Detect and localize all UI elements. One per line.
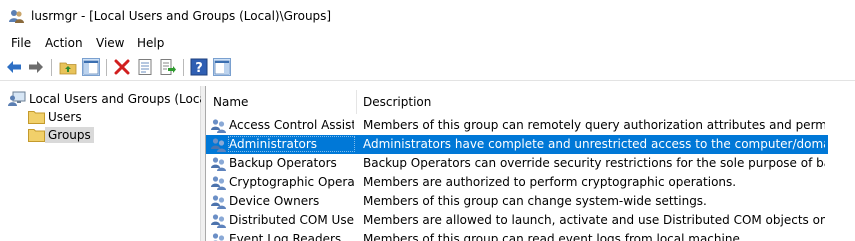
row-name: Event Log Readers: [229, 232, 342, 241]
tree-item-groups[interactable]: Groups: [28, 126, 94, 144]
row-description: Members of this group can remotely query…: [363, 118, 825, 132]
group-icon: [211, 195, 226, 209]
list-row[interactable]: Cryptographic Operat... Members are auth…: [206, 173, 828, 192]
tree-item-label: Groups: [45, 127, 94, 143]
show-hide-action-pane-icon[interactable]: [213, 58, 231, 76]
title-bar: lusrmgr - [Local Users and Groups (Local…: [0, 0, 855, 33]
toolbar-separator: [51, 59, 52, 76]
menu-view[interactable]: View: [96, 36, 124, 50]
export-list-icon[interactable]: [159, 58, 177, 76]
group-icon: [211, 157, 226, 171]
tree-item-label: Users: [48, 110, 82, 124]
column-header-description[interactable]: Description: [363, 95, 431, 109]
window-title: lusrmgr - [Local Users and Groups (Local…: [31, 9, 332, 23]
show-hide-tree-icon[interactable]: [82, 58, 100, 76]
list-row[interactable]: Backup Operators Backup Operators can ov…: [206, 154, 828, 173]
tree-root-label: Local Users and Groups (Local): [29, 92, 215, 106]
tree-item-users[interactable]: Users: [28, 108, 85, 126]
help-icon[interactable]: ?: [190, 58, 208, 76]
up-folder-icon[interactable]: [59, 58, 77, 76]
menu-bar: File Action View Help: [0, 33, 855, 53]
lusrmgr-window: lusrmgr - [Local Users and Groups (Local…: [0, 0, 855, 241]
group-icon: [212, 233, 225, 241]
toolbar-separator: [106, 59, 107, 76]
users-computer-icon: [8, 91, 26, 106]
back-icon[interactable]: [5, 58, 23, 76]
list-row[interactable]: Distributed COM Users Members are allowe…: [206, 211, 828, 230]
row-description: Members of this group can read event log…: [363, 232, 740, 241]
users-app-icon: [9, 10, 24, 23]
svg-text:?: ?: [195, 61, 203, 76]
group-icon: [211, 119, 226, 133]
group-icon: [211, 214, 226, 228]
row-name: Access Control Assist...: [229, 118, 354, 132]
row-description: Members are authorized to perform crypto…: [363, 175, 737, 189]
row-description: Backup Operators can override security r…: [363, 156, 825, 170]
column-divider[interactable]: [356, 90, 357, 114]
list-row[interactable]: Device Owners Members of this group can …: [206, 192, 828, 211]
group-icon: [211, 138, 226, 152]
row-name: Device Owners: [229, 194, 320, 208]
row-name: Cryptographic Operat...: [229, 175, 354, 189]
properties-icon[interactable]: [136, 58, 154, 76]
row-description: Members of this group can change system-…: [363, 194, 707, 208]
tree-root[interactable]: Local Users and Groups (Local): [8, 90, 218, 108]
group-icon: [211, 176, 226, 190]
list-header: Name Description: [206, 86, 855, 116]
toolbar: ?: [0, 54, 855, 81]
groups-list: Name Description Access Control Assist..…: [205, 86, 855, 241]
folder-icon: [28, 129, 45, 142]
list-row[interactable]: Access Control Assist... Members of this…: [206, 116, 828, 135]
list-row[interactable]: Administrators Administrators have compl…: [206, 135, 828, 154]
menu-help[interactable]: Help: [137, 36, 164, 50]
forward-icon[interactable]: [27, 58, 45, 76]
folder-icon: [28, 111, 45, 124]
row-name: Distributed COM Users: [229, 213, 354, 227]
row-name: Administrators: [228, 136, 355, 152]
menu-action[interactable]: Action: [45, 36, 83, 50]
menu-file[interactable]: File: [11, 36, 31, 50]
row-description: Members are allowed to launch, activate …: [363, 213, 825, 227]
column-header-name[interactable]: Name: [213, 95, 248, 109]
console-tree: Local Users and Groups (Local) Users Gro…: [0, 86, 215, 241]
row-name: Backup Operators: [229, 156, 337, 170]
toolbar-separator: [183, 59, 184, 76]
delete-icon[interactable]: [113, 58, 131, 76]
row-description: Administrators have complete and unrestr…: [363, 137, 825, 151]
list-row[interactable]: Event Log Readers Members of this group …: [206, 230, 828, 241]
